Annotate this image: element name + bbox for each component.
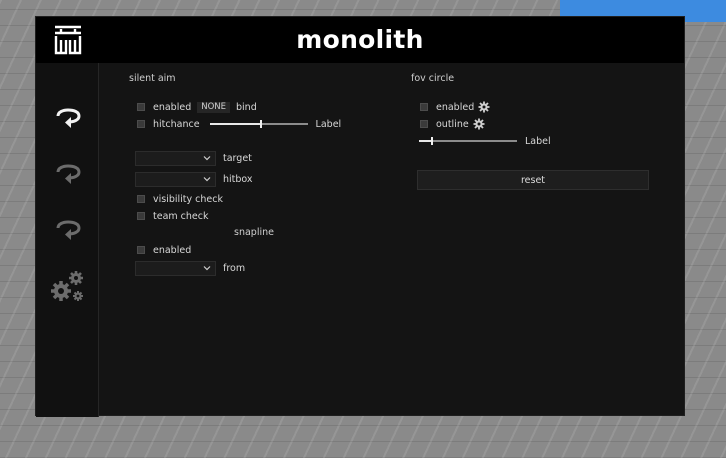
hitchance-slider[interactable] — [209, 118, 308, 130]
sidebar-tab-misc[interactable] — [52, 214, 84, 246]
slider-knob[interactable] — [430, 137, 433, 145]
reset-button[interactable]: reset — [417, 170, 649, 190]
team-check-row: team check — [137, 210, 208, 222]
snapline-enabled-checkbox[interactable] — [137, 246, 145, 254]
hitchance-row: hitchance Label — [137, 118, 341, 130]
rotate-arrow-icon — [56, 220, 81, 240]
sidebar-tab-visuals[interactable] — [52, 158, 84, 190]
silent-aim-section-title: silent aim — [129, 73, 176, 84]
visibility-check-checkbox[interactable] — [137, 195, 145, 203]
snapline-section-title: snapline — [234, 227, 274, 238]
snapline-from-label: from — [223, 263, 246, 274]
aim-tab-content: silent aim enabled NONE bind hitchance L… — [100, 63, 686, 417]
silent-aim-bind-label: bind — [236, 101, 257, 113]
slider-knob[interactable] — [259, 120, 262, 128]
snapline-enabled-row: enabled — [137, 244, 191, 256]
fov-radius-slider[interactable] — [419, 135, 517, 147]
monolith-window: monolith silent aim enabled NONE bind hi… — [35, 16, 686, 417]
target-dropdown[interactable] — [135, 151, 216, 166]
hitbox-dropdown[interactable] — [135, 172, 216, 187]
fov-slider-label: Label — [525, 135, 551, 147]
team-check-label: team check — [153, 210, 209, 222]
fov-slider-row: Label — [409, 135, 551, 147]
sidebar — [36, 63, 99, 417]
chevron-down-icon — [203, 156, 211, 161]
gear-icon[interactable] — [478, 101, 490, 113]
hitchance-checkbox[interactable] — [137, 120, 145, 128]
visibility-check-row: visibility check — [137, 193, 223, 205]
silent-aim-keybind-button[interactable]: NONE — [197, 101, 231, 113]
snapline-from-dropdown[interactable] — [135, 261, 216, 276]
rotate-arrow-icon — [56, 108, 81, 128]
hitchance-slider-label: Label — [315, 118, 342, 130]
hitchance-label: hitchance — [153, 118, 200, 130]
sidebar-tab-settings[interactable] — [50, 268, 86, 304]
silent-aim-enabled-checkbox[interactable] — [137, 103, 145, 111]
slider-track — [419, 140, 517, 142]
team-check-checkbox[interactable] — [137, 212, 145, 220]
fov-enabled-row: enabled — [420, 101, 490, 113]
fov-outline-row: outline — [420, 118, 485, 130]
slider-fill — [209, 123, 261, 125]
fov-circle-section-title: fov circle — [411, 73, 455, 84]
hitbox-label: hitbox — [223, 174, 253, 185]
fov-outline-label: outline — [436, 118, 469, 130]
fov-outline-checkbox[interactable] — [420, 120, 428, 128]
fov-enabled-label: enabled — [436, 101, 475, 113]
title-bar: monolith — [36, 17, 684, 63]
silent-aim-enabled-row: enabled NONE bind — [137, 101, 257, 113]
gears-icon — [51, 271, 83, 301]
chevron-down-icon — [203, 266, 211, 271]
chevron-down-icon — [203, 177, 211, 182]
gear-icon[interactable] — [473, 118, 485, 130]
fov-enabled-checkbox[interactable] — [420, 103, 428, 111]
sidebar-tab-aim[interactable] — [52, 102, 84, 134]
visibility-check-label: visibility check — [153, 193, 223, 205]
snapline-enabled-label: enabled — [153, 244, 192, 256]
target-label: target — [223, 153, 252, 164]
silent-aim-enabled-label: enabled — [153, 101, 192, 113]
app-title: monolith — [296, 25, 424, 54]
rotate-arrow-icon — [56, 164, 81, 184]
